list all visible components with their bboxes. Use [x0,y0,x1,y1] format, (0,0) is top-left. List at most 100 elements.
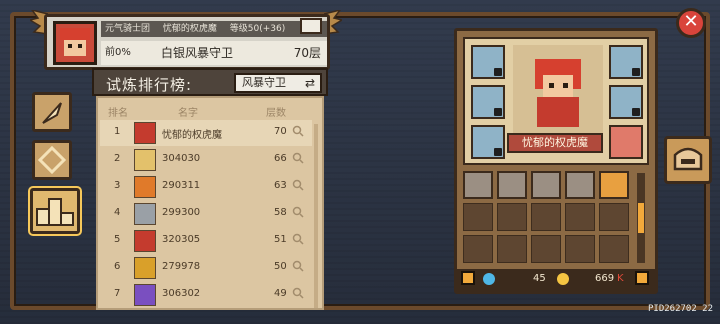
player-rank-card: 元气骑士团 忧郁的权虎魔 等级50(+36) 前0% 白银风暴守卫 70层 [44,14,330,70]
row-floor: 70 [274,126,287,137]
mode-selector[interactable]: 风暴守卫 ⇄ [234,73,322,93]
lock-toggle-icon[interactable] [461,271,475,285]
guild-name: 元气骑士团 [105,24,151,34]
leaderboard-row[interactable]: 2 304030 66 [100,147,312,173]
inventory-cell[interactable] [599,203,629,231]
leaderboard-row[interactable]: 1 忧郁的权虎魔 70 [100,120,312,146]
inventory-cell[interactable] [531,203,561,231]
lock-icon [632,68,640,76]
inventory-grid [463,171,633,267]
mode-label: 风暴守卫 [242,76,286,89]
player-name: 忧郁的权虎魔 [162,24,217,34]
leaderboard-row[interactable]: 5 320305 51 [100,228,312,254]
inventory-cell[interactable] [463,235,493,263]
row-avatar [134,122,156,144]
row-name: 忧郁的权虎魔 [162,130,222,141]
leaderboard-tab-button[interactable] [28,186,82,236]
lock-icon [632,108,640,116]
inventory-scrollbar[interactable] [637,173,645,263]
inventory-cell[interactable] [497,235,527,263]
diamond-icon [37,145,67,175]
row-rank: 4 [114,207,121,218]
equipment-panel: 忧郁的权虎魔 45 669 K [454,28,658,294]
player-rank-strip: 前0% 白银风暴守卫 70层 [101,41,327,65]
inventory-cell[interactable] [565,235,595,263]
inventory-cell[interactable] [531,235,561,263]
row-name: 299300 [162,207,201,218]
magnifier-icon[interactable] [292,206,304,218]
inventory-scroll-thumb[interactable] [638,203,644,233]
row-avatar [134,257,156,279]
leaderboard-panel[interactable]: 排名 名字 层数 1 忧郁的权虎魔 70 2 304030 66 3 290311 63 4 299… [96,96,324,310]
leaderboard-row[interactable]: 7 306302 49 [100,282,312,308]
grid-toggle-icon[interactable] [635,271,649,285]
ring-slot[interactable] [471,45,505,79]
row-avatar [134,230,156,252]
row-floor: 58 [274,207,287,218]
character-sprite-icon [535,59,581,127]
helmet-button[interactable] [664,136,712,184]
character-preview [513,45,603,141]
row-name: 290311 [162,180,201,191]
leaderboard-scrollbar[interactable] [314,124,318,308]
leaderboard-title-bar: 试炼排行榜: 风暴守卫 ⇄ [92,68,328,96]
helmet-slot[interactable] [609,45,643,79]
row-floor: 63 [274,180,287,191]
armor-slot[interactable] [609,85,643,119]
feather-tab-button[interactable] [32,92,72,132]
coin-icon [557,273,569,285]
leaderboard-row[interactable]: 4 299300 58 [100,201,312,227]
coin-suffix: K [617,273,624,284]
player-info-strip: 元气骑士团 忧郁的权虎魔 等级50(+36) [101,21,327,37]
row-rank: 3 [114,180,121,191]
feather-icon [42,102,62,124]
row-floor: 66 [274,153,287,164]
leaderboard-row[interactable]: 6 279978 50 [100,255,312,281]
pet-slot[interactable] [609,125,643,159]
player-portrait-icon [56,24,94,62]
inventory-item[interactable] [531,171,561,199]
character-name-label: 忧郁的权虎魔 [507,133,603,153]
row-name: 320305 [162,234,201,245]
row-avatar [134,176,156,198]
rank-title: 白银风暴守卫 [161,46,234,60]
inventory-item[interactable] [565,171,595,199]
magnifier-icon[interactable] [292,152,304,164]
player-level: 等级50(+36) [229,24,286,34]
belt-slot[interactable] [471,85,505,119]
boots-slot[interactable] [471,125,505,159]
close-button[interactable]: ✕ [676,8,706,38]
row-rank: 2 [114,153,121,164]
row-rank: 6 [114,261,121,272]
row-name: 279978 [162,261,201,272]
leaderboard-row[interactable]: 3 290311 63 [100,174,312,200]
row-avatar [134,149,156,171]
podium-icon [36,198,74,226]
badge-icon [300,18,322,34]
row-name: 306302 [162,288,201,299]
magnifier-icon[interactable] [292,287,304,299]
lock-icon [494,108,502,116]
gem-count: 45 [533,273,546,284]
leaderboard-title: 试炼排行榜: [106,76,193,94]
inventory-item[interactable] [463,171,493,199]
column-rank: 排名 [108,108,128,119]
inventory-cell[interactable] [599,235,629,263]
row-rank: 5 [114,234,121,245]
diamond-tab-button[interactable] [32,140,72,180]
helmet-icon [673,147,703,171]
inventory-item[interactable] [497,171,527,199]
row-rank: 1 [114,126,121,137]
inventory-cell[interactable] [463,203,493,231]
inventory-cell[interactable] [497,203,527,231]
row-name: 304030 [162,153,201,164]
inventory-item[interactable] [599,171,629,199]
magnifier-icon[interactable] [292,233,304,245]
magnifier-icon[interactable] [292,125,304,137]
progress-percent: 前0% [105,47,131,58]
inventory-cell[interactable] [565,203,595,231]
player-id: PID262702 22 [648,304,714,314]
row-floor: 51 [274,234,287,245]
magnifier-icon[interactable] [292,260,304,272]
magnifier-icon[interactable] [292,179,304,191]
